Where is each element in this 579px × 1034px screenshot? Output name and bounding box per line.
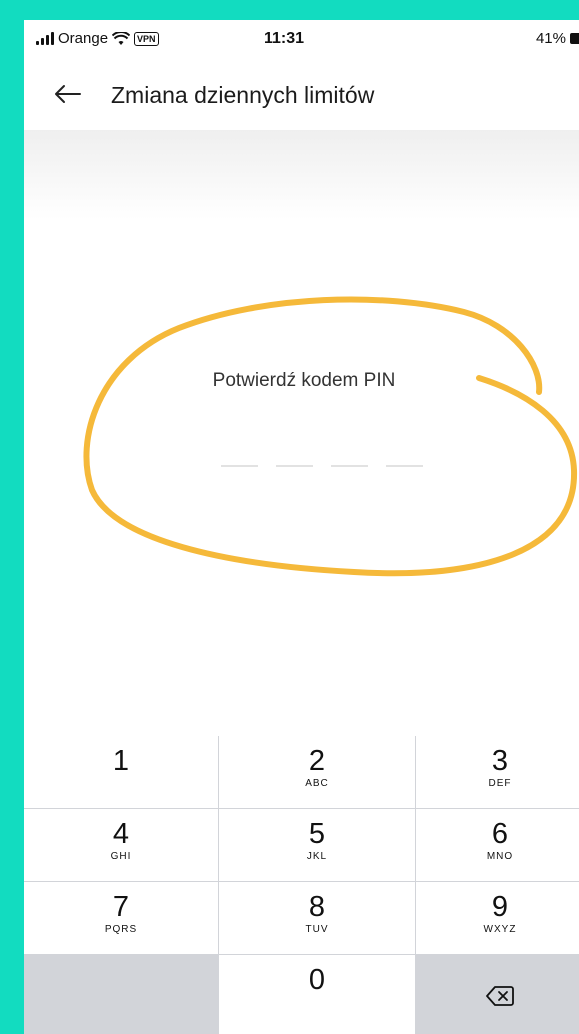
key-digit: 6: [491, 818, 509, 850]
pin-input[interactable]: [221, 465, 423, 467]
numeric-keypad: 1 2 ABC 3 DEF 4 GHI 5 JKL 6 MNO 7 PQRS 8 TUV 9W…: [24, 736, 579, 1034]
delete-key[interactable]: [416, 955, 579, 1034]
key-7[interactable]: 7 PQRS: [24, 882, 218, 954]
pin-digit-slot: [386, 465, 423, 467]
key-8[interactable]: 8 TUV: [219, 882, 415, 954]
header-shadow: [24, 130, 579, 220]
key-9[interactable]: 9 WXYZ: [416, 882, 579, 954]
pin-digit-slot: [221, 465, 258, 467]
app-bar: Zmiana dziennych limitów: [24, 74, 579, 122]
status-right: 41%: [536, 30, 579, 47]
page-title: Zmiana dziennych limitów: [111, 82, 375, 108]
key-letters: DEF: [488, 778, 512, 789]
key-digit: 5: [308, 818, 326, 850]
status-bar: Orange VPN 11:31 41%: [24, 20, 579, 60]
key-5[interactable]: 5 JKL: [219, 809, 415, 881]
key-letters: JKL: [306, 851, 328, 862]
key-letters: WXYZ: [483, 924, 517, 935]
pin-prompt: Potwierdź kodem PIN: [212, 370, 396, 391]
key-4[interactable]: 4 GHI: [24, 809, 218, 881]
key-2[interactable]: 2 ABC: [219, 736, 415, 808]
key-1[interactable]: 1: [24, 736, 218, 808]
key-digit: 1: [112, 745, 130, 777]
key-letters: GHI: [110, 851, 132, 862]
arrow-left-icon[interactable]: [50, 76, 90, 116]
key-3[interactable]: 3 DEF: [416, 736, 579, 808]
pin-digit-slot: [331, 465, 368, 467]
key-letters: PQRS: [104, 924, 138, 935]
key-empty: [24, 955, 218, 1034]
key-digit: 9: [491, 891, 509, 923]
key-letters: TUV: [305, 924, 329, 935]
key-digit: 3: [491, 745, 509, 777]
key-letters: MNO: [486, 851, 514, 862]
key-digit: 8: [308, 891, 326, 923]
key-6[interactable]: 6 MNO: [416, 809, 579, 881]
battery-percent: 41%: [535, 30, 566, 47]
battery-icon: [570, 33, 579, 44]
key-digit: 7: [112, 891, 130, 923]
key-letters: ABC: [305, 778, 329, 789]
pin-digit-slot: [276, 465, 313, 467]
phone-screen: Orange VPN 11:31 41% Zmiana dziennych li…: [24, 20, 579, 1034]
clock: 11:31: [263, 30, 305, 47]
key-digit: 2: [308, 745, 326, 777]
key-0[interactable]: 0: [219, 955, 415, 1034]
key-digit: 4: [112, 818, 130, 850]
key-digit: 0: [308, 964, 326, 996]
backspace-icon: [486, 986, 514, 1006]
